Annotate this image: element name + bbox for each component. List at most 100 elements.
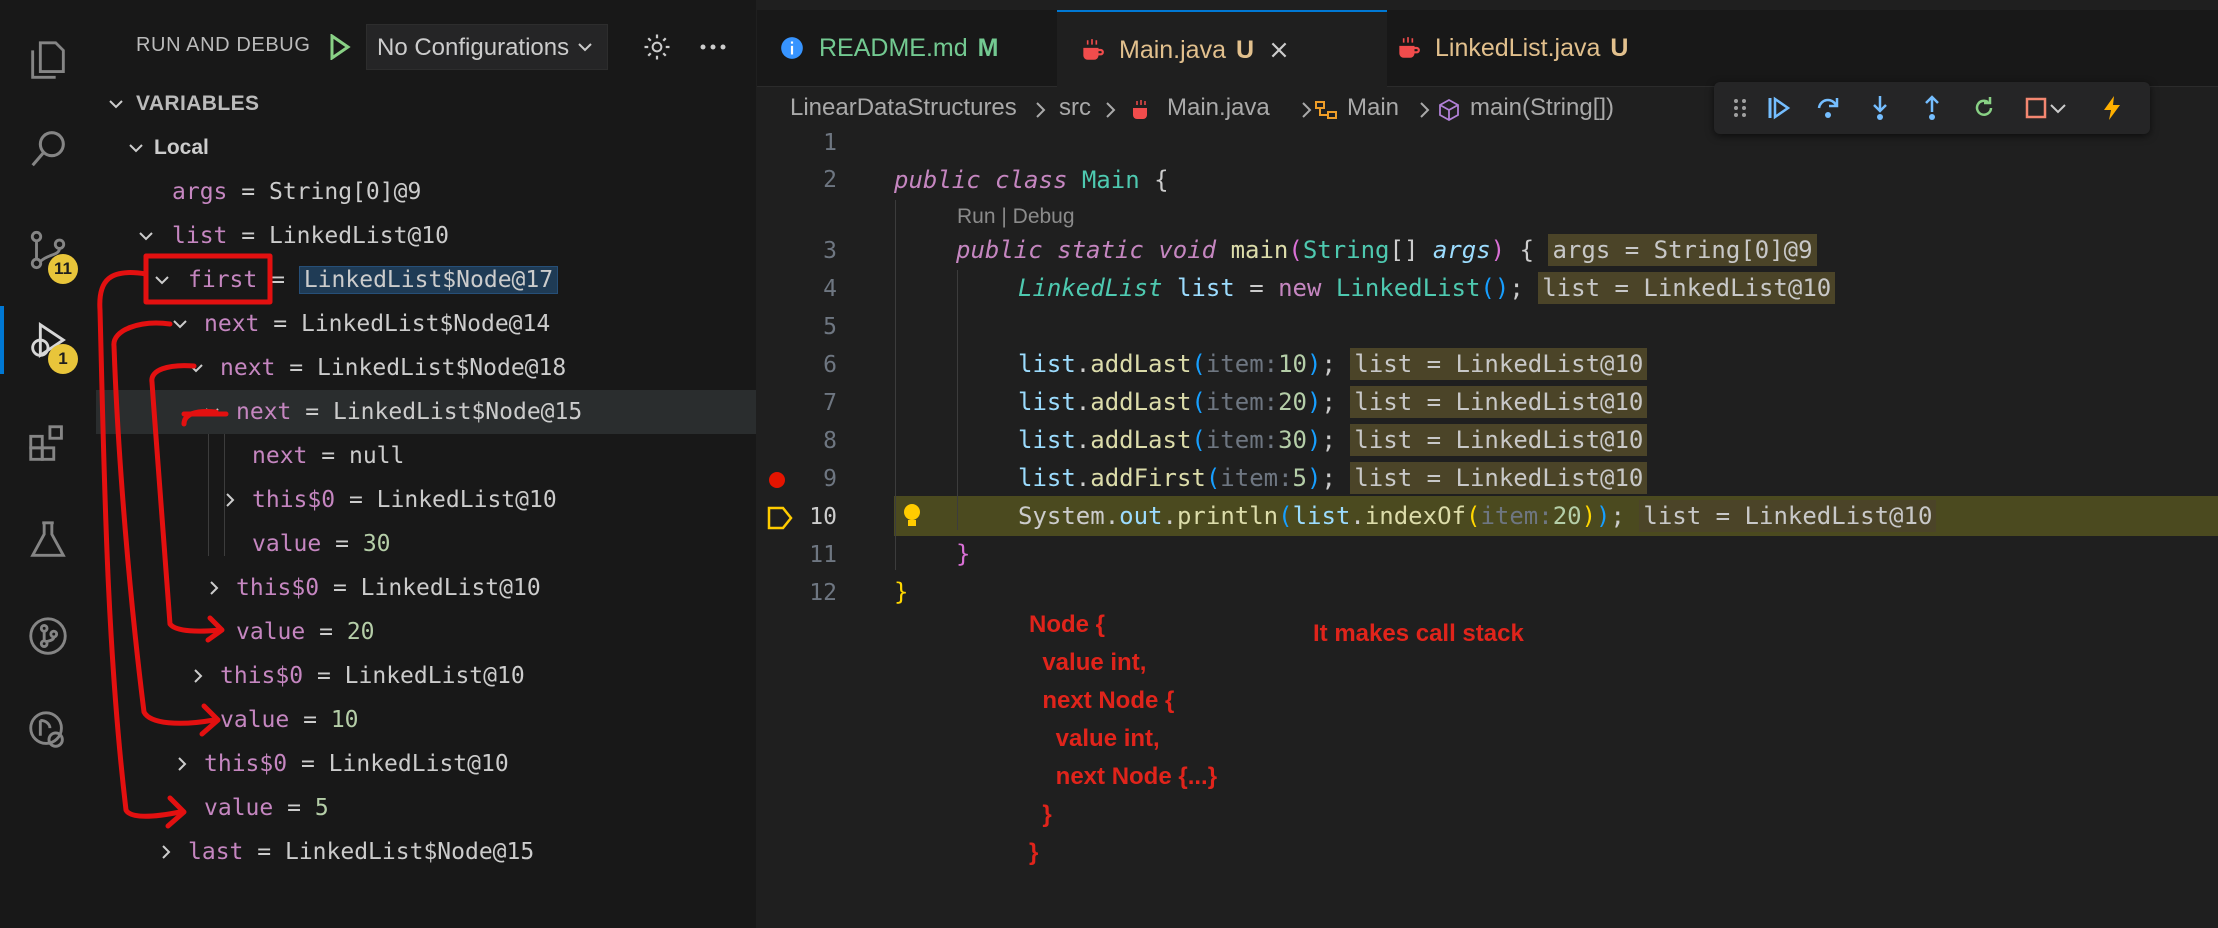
chevron-right-icon <box>210 581 219 595</box>
tab-label: Main.java <box>1119 35 1226 64</box>
tab-readme[interactable]: README.md M <box>757 10 1069 86</box>
variable: list <box>1018 464 1076 492</box>
continue-icon[interactable] <box>1764 94 1792 122</box>
hot-code-replace-icon[interactable] <box>2098 94 2126 122</box>
gear-icon[interactable] <box>642 32 672 62</box>
variable-value: 20 <box>346 619 375 645</box>
equals: = <box>321 443 336 469</box>
inline-value: list = LinkedList@10 <box>1350 386 1648 418</box>
variable-row-value[interactable]: value = 5 <box>96 786 756 830</box>
extensions-icon[interactable] <box>0 400 96 488</box>
current-stack-frame-icon <box>767 506 793 530</box>
remote-explorer-icon[interactable] <box>0 686 96 774</box>
step-into-icon[interactable] <box>1866 94 1894 122</box>
inline-value: list = LinkedList@10 <box>1639 500 1937 532</box>
equals: = <box>300 751 315 777</box>
chevron-down-icon[interactable] <box>2048 94 2068 122</box>
tab-label: LinkedList.java <box>1435 33 1601 62</box>
stop-icon[interactable] <box>2022 94 2050 122</box>
source-control-icon[interactable]: 11 <box>0 206 96 294</box>
equals: = <box>332 575 347 601</box>
tab-main-java[interactable]: Main.java U <box>1057 10 1387 88</box>
editor-tabs: README.md M Main.java U LinkedList.java … <box>757 10 2218 88</box>
step-over-icon[interactable] <box>1814 94 1842 122</box>
class-ref: System <box>1018 502 1105 530</box>
step-out-icon[interactable] <box>1918 94 1946 122</box>
chevron-down-icon <box>129 144 143 153</box>
breakpoint-icon[interactable] <box>769 472 785 488</box>
activity-bar: 11 1 <box>0 0 97 928</box>
explorer-icon[interactable] <box>0 16 96 104</box>
number-literal: 20 <box>1552 502 1582 530</box>
breadcrumb-item[interactable]: Main <box>1347 94 1399 122</box>
class-name: Main <box>1081 166 1140 194</box>
number-literal: 20 <box>1278 388 1308 416</box>
variable-row-value[interactable]: value = 30 <box>96 522 756 566</box>
variables-section-header[interactable]: VARIABLES <box>96 88 756 120</box>
type-name: LinkedList <box>1018 274 1163 302</box>
parameter-hint: item: <box>1205 426 1279 454</box>
variable-name: first <box>188 267 258 293</box>
variable-row-last[interactable]: last = LinkedList$Node@15 <box>96 830 756 874</box>
variable-row-value[interactable]: value = 20 <box>96 610 756 654</box>
codelens-run-debug[interactable]: Run | Debug <box>957 205 1075 229</box>
code-line-8: list.addLast(item:30); list = LinkedList… <box>1018 424 1648 456</box>
variable-name: this$0 <box>252 487 336 513</box>
tab-linkedlist-java[interactable]: LinkedList.java U <box>1373 10 1735 86</box>
scope-local[interactable]: Local <box>96 126 756 170</box>
breadcrumb-item[interactable]: src <box>1059 94 1091 122</box>
breadcrumb-item[interactable]: Main.java <box>1167 94 1270 122</box>
search-icon[interactable] <box>0 104 96 192</box>
variable-value: 30 <box>362 531 391 557</box>
variable-row-next[interactable]: next = null <box>96 434 756 478</box>
variable-row-this0[interactable]: this$0 = LinkedList@10 <box>96 654 756 698</box>
variable-row-next[interactable]: next = LinkedList$Node@18 <box>96 346 756 390</box>
equals: = <box>287 795 301 821</box>
variable-name: next <box>236 399 292 425</box>
run-debug-icon[interactable]: 1 <box>0 296 96 384</box>
launch-config-select[interactable]: No Configurations <box>366 24 608 70</box>
keyword: void <box>1158 236 1217 264</box>
drag-handle-icon[interactable] <box>1726 94 1754 122</box>
variable-row-first[interactable]: first = LinkedList$Node@17 <box>96 258 756 302</box>
git-graph-icon[interactable] <box>0 592 96 680</box>
variable-row-next[interactable]: next = LinkedList$Node@14 <box>96 302 756 346</box>
equals: = <box>319 619 333 645</box>
restart-icon[interactable] <box>1970 94 1998 122</box>
variable-value: 10 <box>330 707 359 733</box>
start-debugging-icon[interactable] <box>328 34 352 60</box>
method-call: addFirst <box>1090 464 1206 492</box>
code-line-7: list.addLast(item:20); list = LinkedList… <box>1018 386 1648 418</box>
lightbulb-icon[interactable] <box>900 502 924 530</box>
inline-value: list = LinkedList@10 <box>1350 348 1648 380</box>
variable-name: next <box>204 311 260 337</box>
method-call: addLast <box>1090 350 1192 378</box>
variable-row-this0[interactable]: this$0 = LinkedList@10 <box>96 478 756 522</box>
array-brackets: [] <box>1389 236 1419 264</box>
variable-row-args[interactable]: args = String[0]@9 <box>96 170 756 214</box>
variable-row-next[interactable]: next = LinkedList$Node@15 <box>96 390 756 434</box>
close-icon[interactable] <box>1268 39 1290 61</box>
equals: = <box>241 223 256 249</box>
variable-name: value <box>220 707 290 733</box>
chevron-right-icon <box>178 757 187 771</box>
line-number: 12 <box>809 580 837 606</box>
more-actions-icon[interactable] <box>698 32 728 62</box>
chevron-right-icon <box>1036 102 1046 118</box>
variable-row-value[interactable]: value = 10 <box>96 698 756 742</box>
variable: list <box>1292 502 1351 530</box>
inline-value: list = LinkedList@10 <box>1538 272 1836 304</box>
variable-value: LinkedList@10 <box>360 575 541 601</box>
breadcrumb-item[interactable]: LinearDataStructures <box>790 94 1017 122</box>
variable-name: args <box>172 179 228 205</box>
method-name: main <box>1230 236 1289 264</box>
variable-name: this$0 <box>236 575 320 601</box>
variable-value: LinkedList$Node@14 <box>300 311 551 337</box>
sidebar-header: RUN AND DEBUG No Configurations VARIABLE… <box>96 0 756 115</box>
variable-row-this0[interactable]: this$0 = LinkedList@10 <box>96 566 756 610</box>
variable-row-this0[interactable]: this$0 = LinkedList@10 <box>96 742 756 786</box>
method-call: addLast <box>1090 388 1192 416</box>
breadcrumb-item[interactable]: main(String[]) <box>1470 94 1614 122</box>
variable-row-list[interactable]: list = LinkedList@10 <box>96 214 756 258</box>
testing-icon[interactable] <box>0 496 96 584</box>
